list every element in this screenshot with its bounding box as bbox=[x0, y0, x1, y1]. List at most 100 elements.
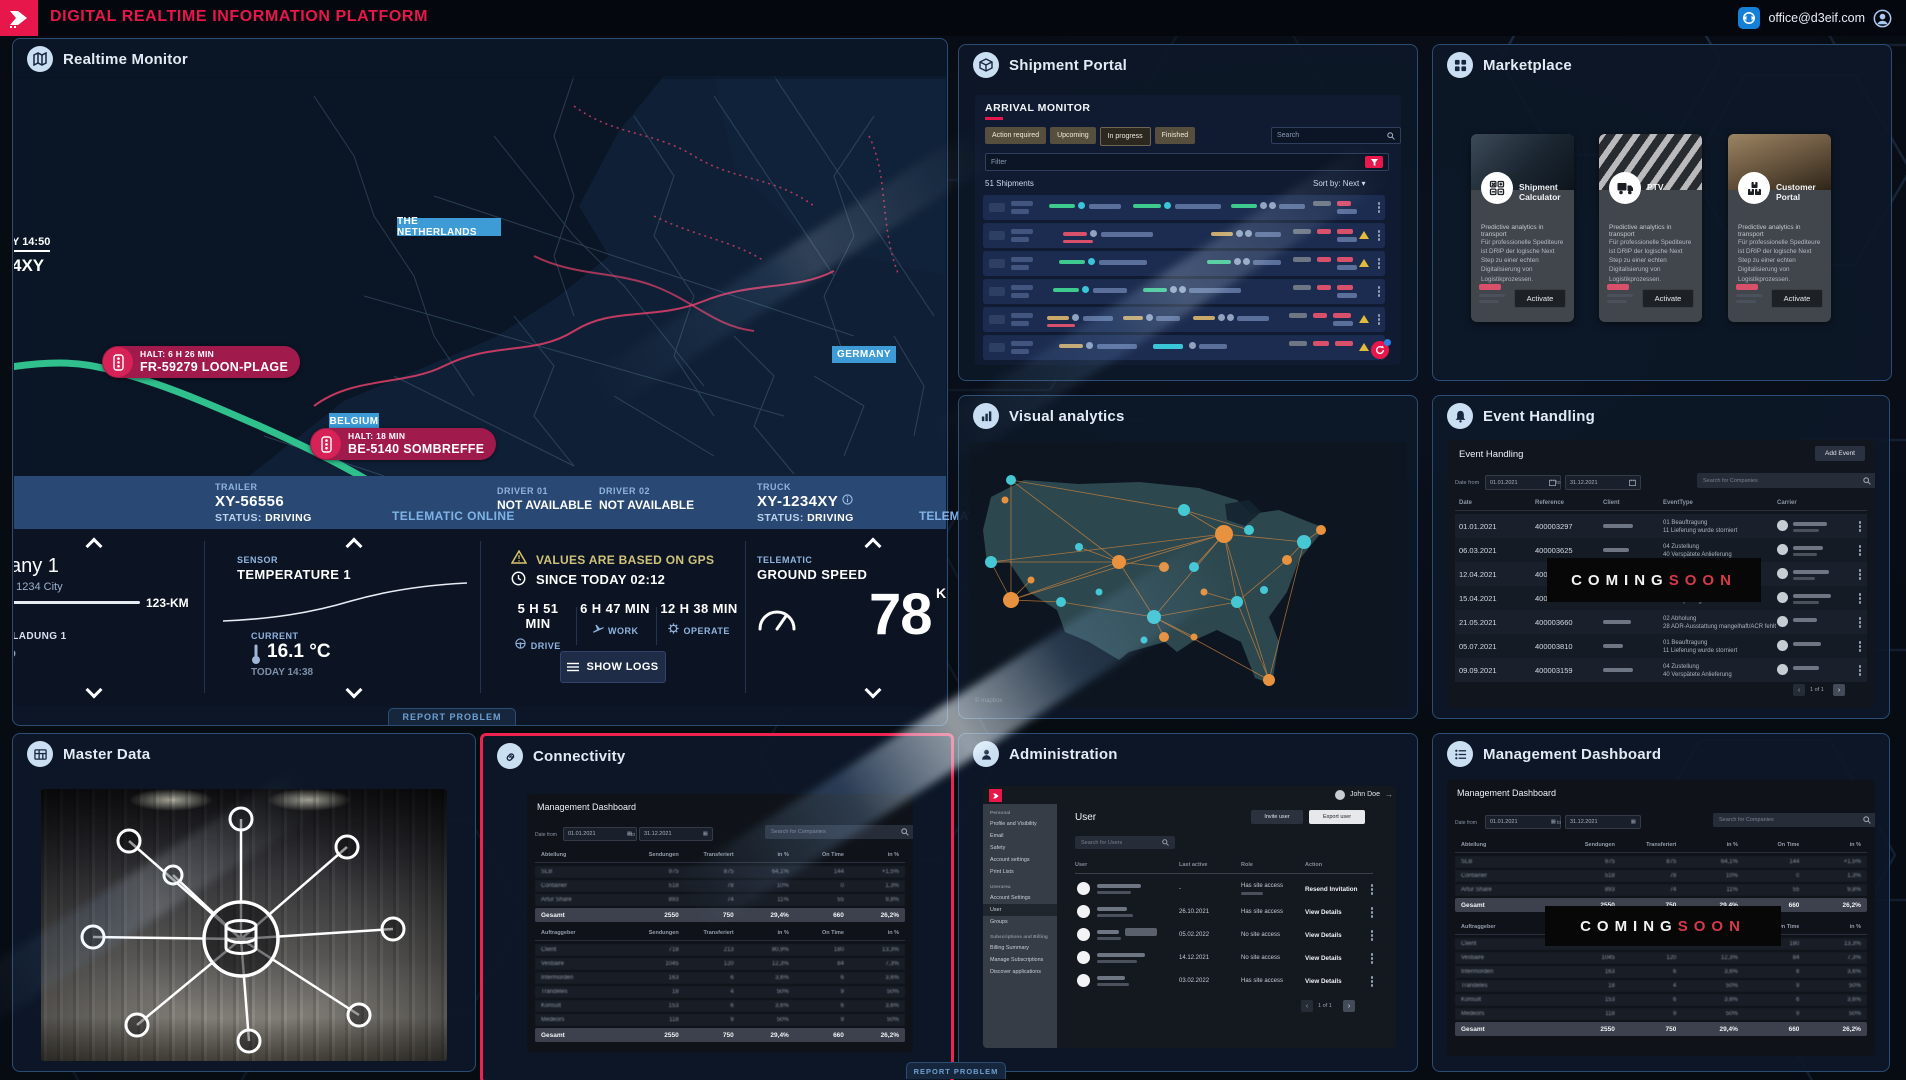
shipment-row[interactable] bbox=[983, 195, 1385, 220]
shipment-row[interactable] bbox=[983, 307, 1385, 332]
event-row[interactable]: 05.07.202140000381001 Beauftragung11 Lie… bbox=[1455, 634, 1867, 658]
date-from-input[interactable]: 01.01.2021 bbox=[1485, 475, 1561, 490]
user-profile-icon[interactable] bbox=[1873, 9, 1892, 28]
row-action[interactable]: Resend Invitation bbox=[1305, 886, 1357, 893]
row-action[interactable]: View Details bbox=[1305, 909, 1342, 916]
date-from-input[interactable]: 01.01.2021▦ bbox=[1485, 815, 1561, 829]
row-action[interactable]: View Details bbox=[1305, 978, 1342, 985]
logout-arrow-icon[interactable]: → bbox=[1385, 790, 1393, 799]
network-map[interactable]: © mapbox bbox=[969, 442, 1407, 708]
event-row[interactable]: 01.01.202140000329701 Beauftragung11 Lie… bbox=[1455, 514, 1867, 538]
report-problem-tab[interactable]: REPORT PROBLEM bbox=[906, 1062, 1006, 1079]
page-next-button[interactable]: › bbox=[1343, 1000, 1355, 1012]
route-stop-marker[interactable]: HALT: 6 H 26 MINFR-59279 LOON-PLAGE bbox=[102, 346, 300, 378]
row-menu-kebab-icon[interactable] bbox=[1859, 569, 1862, 572]
company-search-box[interactable]: Search for Companies bbox=[1697, 473, 1875, 488]
company-search-box[interactable]: Search for Companies bbox=[765, 825, 913, 839]
tab-upcoming[interactable]: Upcoming bbox=[1050, 127, 1096, 144]
row-menu-kebab-icon[interactable] bbox=[1371, 976, 1374, 979]
card-title: PTV bbox=[1647, 182, 1698, 192]
shipment-row[interactable] bbox=[983, 223, 1385, 248]
activate-button[interactable]: Activate bbox=[1514, 289, 1566, 308]
show-logs-button[interactable]: SHOW LOGS bbox=[560, 651, 666, 683]
company-search-box[interactable]: Search for Companies bbox=[1713, 813, 1875, 827]
search-box[interactable]: Search bbox=[1271, 127, 1401, 144]
table-cell: 3,6% bbox=[844, 975, 899, 981]
add-event-button[interactable]: Add Event bbox=[1815, 446, 1865, 461]
sidebar-item[interactable]: Print Lists bbox=[983, 866, 1057, 878]
sidebar-item[interactable]: Discover applications bbox=[983, 966, 1057, 978]
row-menu-kebab-icon[interactable] bbox=[1859, 665, 1862, 668]
sort-dropdown[interactable]: Sort by: Next ▾ bbox=[1313, 179, 1366, 188]
row-menu-kebab-icon[interactable] bbox=[1859, 593, 1862, 596]
marketplace-card-customer-portal[interactable]: Customer Portal Predictive analytics in … bbox=[1728, 134, 1831, 322]
row-menu-kebab-icon[interactable] bbox=[1378, 230, 1381, 233]
row-menu-kebab-icon[interactable] bbox=[1378, 258, 1381, 261]
date-from-input[interactable]: 01.01.2021▦ bbox=[563, 827, 637, 841]
user-row[interactable]: 03.02.2022 Has site access View Details bbox=[1075, 970, 1375, 993]
user-search-box[interactable]: Search for Users bbox=[1075, 836, 1175, 849]
route-map[interactable]: Y 14:50 4XY THE NETHERLANDS GERMANY BELG… bbox=[14, 76, 946, 476]
row-menu-kebab-icon[interactable] bbox=[1371, 884, 1374, 887]
sidebar-item[interactable]: Email bbox=[983, 830, 1057, 842]
collapse-up-chevron-icon[interactable] bbox=[86, 539, 102, 549]
activate-button[interactable]: Activate bbox=[1771, 289, 1823, 308]
page-next-button[interactable]: › bbox=[1833, 684, 1845, 696]
tab-finished[interactable]: Finished bbox=[1155, 127, 1195, 144]
date-to-input[interactable]: 31.12.2021 bbox=[1565, 475, 1641, 490]
row-menu-kebab-icon[interactable] bbox=[1859, 641, 1862, 644]
report-problem-tab[interactable]: REPORT PROBLEM bbox=[388, 708, 516, 725]
event-row[interactable]: 09.09.202140000315904 Zustellung40 Versp… bbox=[1455, 658, 1867, 682]
user-row[interactable]: - Has site access Resend Invitation bbox=[1075, 878, 1375, 901]
user-row[interactable]: 05.02.2022 No site access View Details bbox=[1075, 924, 1375, 947]
shipment-row[interactable] bbox=[983, 251, 1385, 276]
user-row[interactable]: 26.10.2021 Has site access View Details bbox=[1075, 901, 1375, 924]
route-stop-marker[interactable]: HALT: 18 MINBE-5140 SOMBREFFE bbox=[310, 428, 496, 460]
sidebar-item[interactable]: Account settings bbox=[983, 854, 1057, 866]
row-menu-kebab-icon[interactable] bbox=[1859, 617, 1862, 620]
sidebar-item[interactable]: Safety bbox=[983, 842, 1057, 854]
expand-down-chevron-icon[interactable] bbox=[346, 687, 362, 697]
export-user-button[interactable]: Export user bbox=[1309, 810, 1365, 824]
row-menu-kebab-icon[interactable] bbox=[1371, 930, 1374, 933]
filter-button[interactable] bbox=[1365, 156, 1383, 168]
filter-bar[interactable]: Filter bbox=[985, 153, 1389, 171]
marketplace-card-ptv[interactable]: PTV Predictive analytics in transport Fü… bbox=[1599, 134, 1702, 322]
sidebar-item[interactable]: Manage Subscriptions bbox=[983, 954, 1057, 966]
invite-user-button[interactable]: Invite user bbox=[1251, 810, 1303, 824]
date-to-input[interactable]: 31.12.2021▦ bbox=[639, 827, 713, 841]
row-menu-kebab-icon[interactable] bbox=[1378, 202, 1381, 205]
activate-button[interactable]: Activate bbox=[1642, 289, 1694, 308]
date-to-input[interactable]: 31.12.2021▦ bbox=[1565, 815, 1641, 829]
row-action[interactable]: View Details bbox=[1305, 955, 1342, 962]
refresh-fab-button[interactable] bbox=[1371, 341, 1389, 359]
marketplace-card-shipment-calculator[interactable]: Shipment Calculator Predictive analytics… bbox=[1471, 134, 1574, 322]
row-menu-kebab-icon[interactable] bbox=[1378, 286, 1381, 289]
sidebar-item[interactable]: Profile and Visibility bbox=[983, 818, 1057, 830]
event-row[interactable]: 21.05.202140000366002 Abholung28 ADR-Aus… bbox=[1455, 610, 1867, 634]
sidebar-item[interactable]: Groups bbox=[983, 916, 1057, 928]
remote-session-icon[interactable] bbox=[1738, 7, 1760, 29]
page-prev-button[interactable]: ‹ bbox=[1301, 1000, 1313, 1012]
row-menu-kebab-icon[interactable] bbox=[1378, 314, 1381, 317]
row-menu-kebab-icon[interactable] bbox=[1371, 907, 1374, 910]
collapse-up-chevron-icon[interactable] bbox=[346, 539, 362, 549]
sidebar-item[interactable]: Account Settings bbox=[983, 892, 1057, 904]
collapse-up-chevron-icon[interactable] bbox=[865, 539, 881, 549]
expand-down-chevron-icon[interactable] bbox=[865, 687, 881, 697]
sidebar-item[interactable]: Billing Summary bbox=[983, 942, 1057, 954]
shipment-row[interactable] bbox=[983, 335, 1385, 360]
row-menu-kebab-icon[interactable] bbox=[1859, 521, 1862, 524]
info-icon[interactable] bbox=[842, 494, 853, 505]
user-row[interactable]: 14.12.2021 No site access View Details bbox=[1075, 947, 1375, 970]
page-prev-button[interactable]: ‹ bbox=[1793, 684, 1805, 696]
sidebar-item-user[interactable]: User bbox=[983, 904, 1057, 916]
expand-down-chevron-icon[interactable] bbox=[86, 687, 102, 697]
row-menu-kebab-icon[interactable] bbox=[1859, 545, 1862, 548]
tab-in-progress[interactable]: In progress bbox=[1100, 127, 1151, 146]
app-logo[interactable] bbox=[0, 0, 38, 36]
shipment-row[interactable] bbox=[983, 279, 1385, 304]
tab-action-required[interactable]: Action required bbox=[985, 127, 1046, 144]
row-action[interactable]: View Details bbox=[1305, 932, 1342, 939]
row-menu-kebab-icon[interactable] bbox=[1371, 953, 1374, 956]
